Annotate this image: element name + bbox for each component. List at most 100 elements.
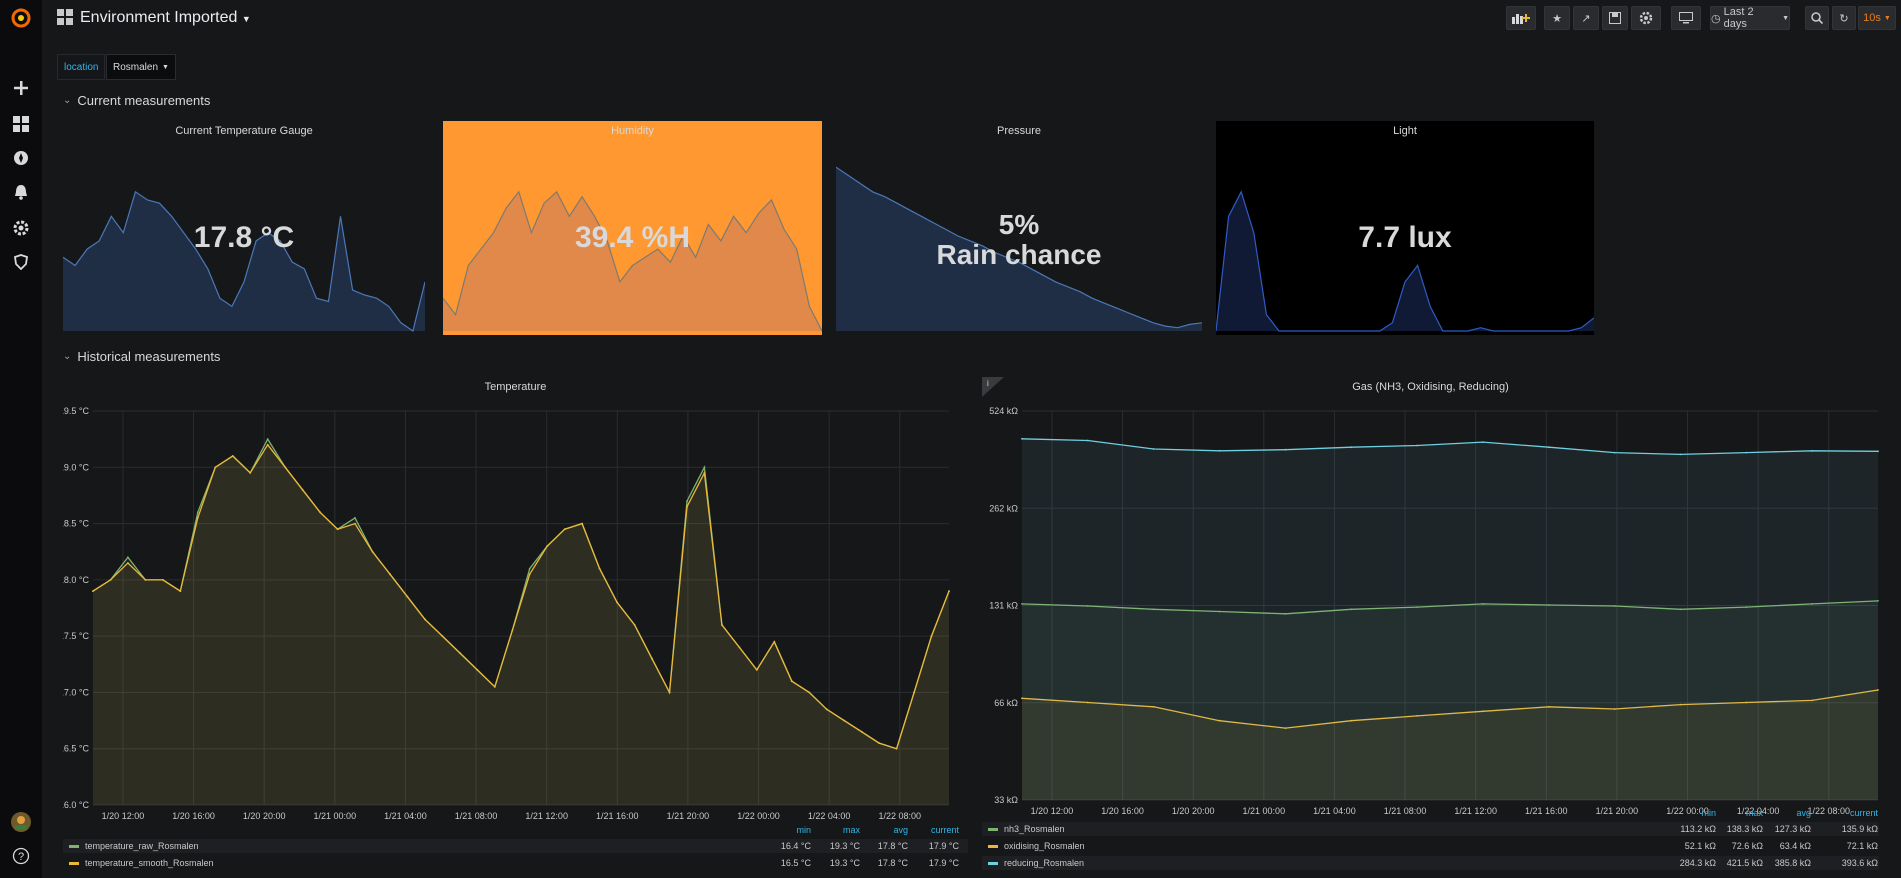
stat-panel-pressure[interactable]: Pressure 5% Rain chance — [836, 121, 1202, 335]
legend-header[interactable]: min — [1701, 808, 1716, 818]
chevron-down-icon: ⌄ — [63, 95, 72, 106]
data-point — [948, 590, 950, 592]
legend-series-name[interactable]: reducing_Rosmalen — [1004, 858, 1084, 868]
save-button[interactable] — [1602, 6, 1628, 30]
legend-series-name[interactable]: temperature_raw_Rosmalen — [85, 841, 199, 851]
data-point — [162, 579, 164, 581]
bell-icon[interactable] — [9, 180, 33, 204]
data-point — [895, 747, 898, 750]
data-point — [301, 488, 304, 491]
legend-item[interactable]: oxidising_Rosmalen 52.1 kΩ 72.6 kΩ 63.4 kΩ 7… — [982, 839, 1879, 853]
zoom-out-button[interactable] — [1805, 6, 1829, 30]
data-point — [389, 573, 391, 576]
data-point — [319, 511, 321, 514]
legend-series-name[interactable]: oxidising_Rosmalen — [1004, 841, 1085, 851]
data-point — [546, 545, 549, 547]
legend-header[interactable]: max — [1746, 808, 1763, 818]
stat-panel-temperature[interactable]: Current Temperature Gauge 17.8 °C — [63, 121, 425, 335]
legend-header[interactable]: current — [931, 825, 959, 835]
legend-swatch[interactable] — [988, 827, 998, 831]
graph-panel-temperature[interactable]: Temperature 19.5 °C 19.0 °C 18.5 °C 18.0 °C… — [63, 377, 968, 878]
star-icon: ★ — [1552, 12, 1562, 25]
stat-panel-humidity[interactable]: Humidity 39.4 %H — [443, 121, 822, 335]
refresh-interval-button[interactable]: 10s ▼ — [1858, 6, 1896, 30]
time-picker-button[interactable]: ◷ Last 2 days ▼ — [1710, 6, 1790, 30]
data-point — [109, 579, 112, 581]
variable-label-location: location — [57, 54, 106, 80]
legend-value-min: 284.3 kΩ — [1679, 858, 1716, 868]
stat-value: 5% — [998, 209, 1040, 240]
svg-text:?: ? — [18, 851, 24, 863]
data-point — [878, 742, 880, 744]
help-icon[interactable]: ? — [9, 844, 33, 868]
refresh-interval-label: 10s — [1863, 12, 1881, 24]
star-button[interactable]: ★ — [1544, 6, 1570, 30]
legend-swatch[interactable] — [69, 861, 79, 865]
gas-graph: 524 kΩ262 kΩ131 kΩ66 kΩ33 kΩ1/20 12:00 1/… — [989, 406, 1879, 816]
explore-compass-icon[interactable] — [9, 146, 33, 170]
data-point — [528, 573, 531, 576]
legend-swatch[interactable] — [69, 844, 79, 848]
dashboards-menu-icon[interactable] — [57, 9, 73, 28]
y-tick-label: 16.0 °C — [63, 800, 89, 810]
stat-panel-light[interactable]: Light 7.7 lux — [1216, 121, 1594, 335]
plus-icon[interactable] — [9, 76, 33, 100]
legend-header[interactable]: min — [796, 825, 811, 835]
legend-series-name[interactable]: nh3_Rosmalen — [1004, 824, 1065, 834]
legend-item[interactable]: reducing_Rosmalen 284.3 kΩ 421.5 kΩ 385.8 k… — [982, 856, 1879, 870]
legend-item[interactable]: nh3_Rosmalen 113.2 kΩ 138.3 kΩ 127.3 kΩ 135.… — [982, 822, 1879, 836]
share-button[interactable]: ↗ — [1573, 6, 1599, 30]
legend-value-avg: 127.3 kΩ — [1774, 824, 1811, 834]
data-point — [686, 500, 688, 502]
shield-icon[interactable] — [9, 250, 33, 274]
legend-item[interactable]: temperature_smooth_Rosmalen 16.5 °C 19.3 °… — [63, 856, 968, 870]
row-historical-measurements[interactable]: ⌄ Historical measurements — [63, 349, 220, 364]
legend-series-name[interactable]: temperature_smooth_Rosmalen — [85, 858, 214, 868]
data-point — [354, 517, 356, 519]
legend-value-min: 16.5 °C — [780, 858, 811, 868]
dashboards-icon[interactable] — [9, 112, 33, 136]
series-area — [1022, 438, 1878, 800]
graph-panel-gas[interactable]: i Gas (NH3, Oxidising, Reducing) 524 kΩ 2… — [982, 377, 1879, 878]
legend-header[interactable]: avg — [1796, 808, 1811, 818]
legend-value-min: 16.4 °C — [780, 841, 811, 851]
variable-select-location[interactable]: Rosmalen ▼ — [106, 54, 176, 80]
data-point — [1086, 439, 1089, 442]
stat-value: 17.8 °C — [193, 221, 295, 254]
legend-header[interactable]: avg — [893, 825, 908, 835]
data-point — [284, 466, 287, 469]
settings-button[interactable] — [1631, 6, 1661, 30]
legend-value-current: 72.1 kΩ — [1846, 841, 1878, 851]
data-point — [266, 438, 269, 440]
row-title: Current measurements — [77, 93, 211, 108]
tv-mode-button[interactable] — [1671, 6, 1701, 30]
refresh-button[interactable]: ↻ — [1832, 6, 1856, 30]
data-point — [127, 562, 129, 564]
data-point — [808, 691, 811, 694]
data-point — [441, 635, 444, 637]
legend-swatch[interactable] — [988, 861, 998, 865]
data-point — [1811, 449, 1814, 452]
x-tick-label: 1/22 04:00 — [808, 811, 851, 821]
y-tick-label: 19.5 °C — [63, 406, 89, 416]
add-panel-button[interactable] — [1506, 6, 1536, 30]
avatar[interactable] — [9, 810, 33, 834]
y-tick-label: 524 kΩ — [989, 406, 1018, 416]
row-current-measurements[interactable]: ⌄ Current measurements — [63, 93, 210, 108]
data-point — [616, 601, 618, 604]
data-point — [127, 556, 129, 559]
data-point — [459, 652, 461, 654]
legend-swatch[interactable] — [988, 844, 998, 848]
y-tick-label: 16.5 °C — [63, 744, 89, 754]
data-point — [598, 567, 601, 570]
dashboard-title[interactable]: Environment Imported ▼ — [80, 9, 251, 27]
data-point — [825, 708, 828, 711]
data-point — [266, 443, 269, 446]
legend-header[interactable]: current — [1850, 808, 1878, 818]
temperature-graph: 19.5 °C 19.0 °C 18.5 °C 18.0 °C 17.5 °C 17.0 … — [63, 406, 950, 821]
legend-item[interactable]: temperature_raw_Rosmalen 16.4 °C 19.3 °C 17… — [63, 839, 968, 853]
caret-down-icon: ▼ — [1782, 14, 1789, 22]
grafana-logo-icon[interactable] — [9, 6, 33, 30]
gear-icon[interactable] — [9, 216, 33, 240]
legend-header[interactable]: max — [843, 825, 860, 835]
